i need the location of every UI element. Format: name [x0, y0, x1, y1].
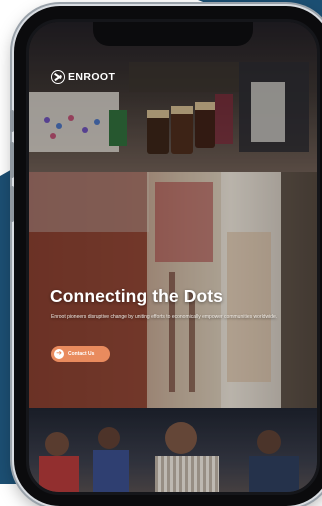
contact-us-button[interactable]: ➜ Contact Us: [51, 346, 110, 362]
phone-side-button: [10, 142, 14, 178]
phone-side-button: [10, 186, 14, 222]
phone-notch: [93, 22, 253, 46]
hero-photo-people: [29, 408, 317, 492]
hero-title: Connecting the Dots: [50, 286, 224, 306]
arrow-right-circle-icon: ➜: [54, 349, 64, 359]
photo-overlay: [29, 408, 317, 492]
brand-name: ENROOT: [68, 71, 116, 83]
brand-logo[interactable]: ENROOT: [51, 70, 115, 84]
phone-side-button: [10, 110, 14, 132]
phone-screen: ENROOT Connecting the Dots Enroot pionee…: [29, 22, 317, 492]
hero-description: Enroot pioneers disruptive change by uni…: [51, 314, 278, 320]
enroot-logo-icon: [51, 70, 65, 84]
contact-us-label: Contact Us: [68, 351, 95, 357]
